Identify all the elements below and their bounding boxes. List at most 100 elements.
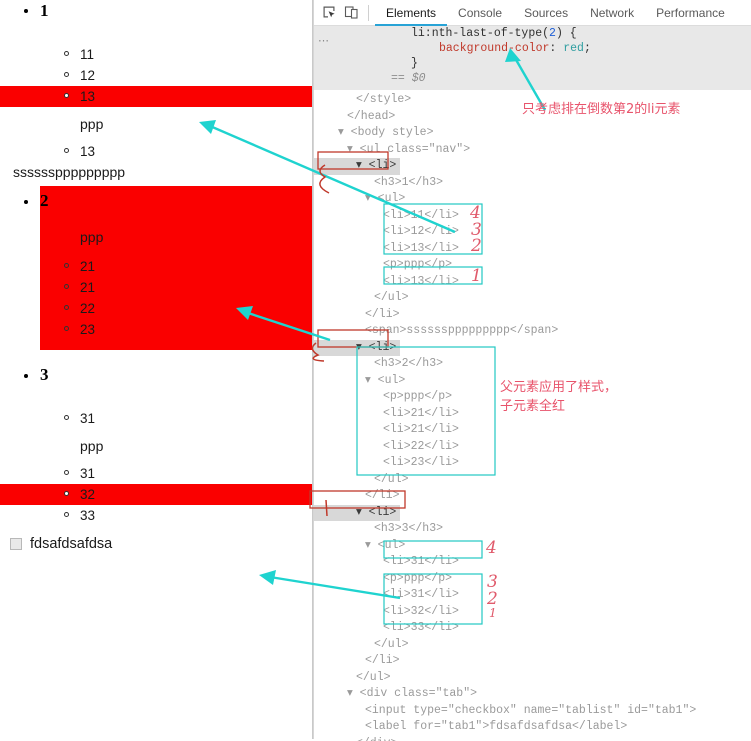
circle-marker xyxy=(64,491,69,496)
tablist-label[interactable]: fdsafdsafdsa xyxy=(30,536,112,552)
dom-node-line[interactable]: <p>ppp</p> xyxy=(314,389,751,406)
css-declaration-line[interactable]: background-color: red; xyxy=(314,41,751,56)
dom-node-line[interactable]: </div> xyxy=(314,736,751,741)
css-brace-line: } xyxy=(314,56,751,71)
styles-pane: ⋯ li:nth-last-of-type(2) { background-co… xyxy=(314,26,751,90)
tab-performance[interactable]: Performance xyxy=(645,0,736,26)
css-selector-line[interactable]: li:nth-last-of-type(2) { xyxy=(314,26,751,41)
dom-node-line[interactable]: ▾ <body style> xyxy=(314,125,751,142)
dom-node-line[interactable]: <h3>3</h3> xyxy=(314,521,751,538)
dom-node-line[interactable]: ▾ <ul> xyxy=(314,191,751,208)
dom-node-line[interactable]: <li>32</li> xyxy=(314,604,751,621)
dom-node-line[interactable]: ▾ <ul> xyxy=(314,373,751,390)
paragraph: ppp xyxy=(40,212,313,256)
dom-tree[interactable]: </style></head>▾ <body style>▾ <ul class… xyxy=(314,90,751,741)
dom-node-line[interactable]: <li>23</li> xyxy=(314,455,751,472)
dom-node-line[interactable]: <label for="tab1">fdsafdsafdsa</label> xyxy=(314,719,751,736)
tab-sources[interactable]: Sources xyxy=(513,0,579,26)
dom-node-line[interactable]: </style> xyxy=(314,92,751,109)
circle-marker xyxy=(64,148,69,153)
dom-node-line[interactable]: ▾ <li> xyxy=(314,158,751,175)
dom-node-line[interactable]: ▾ <li> xyxy=(314,340,751,357)
list-item: 31 xyxy=(0,463,313,484)
devtools-panel: Elements Console Sources Network Perform… xyxy=(313,0,751,739)
dom-node-line[interactable]: <h3>1</h3> xyxy=(314,175,751,192)
dom-node-line[interactable]: ▾ <li> xyxy=(314,505,751,522)
list-item-label: 13 xyxy=(80,144,95,159)
css-selector: li:nth-last-of-type( xyxy=(411,27,549,40)
circle-marker xyxy=(64,72,69,77)
dom-node-line[interactable]: <span>ssssssppppppppp</span> xyxy=(314,323,751,340)
dom-node-line[interactable]: </li> xyxy=(314,653,751,670)
dom-node-line[interactable]: <li>12</li> xyxy=(314,224,751,241)
nested-list: 31 ppp 31 32 33 xyxy=(0,408,313,526)
circle-marker xyxy=(64,305,69,310)
dom-node-line[interactable]: ▾ <ul> xyxy=(314,538,751,555)
tablist-checkbox[interactable] xyxy=(10,538,22,550)
tab-container: fdsafdsafdsa xyxy=(0,526,313,552)
dom-node-line[interactable]: <li>21</li> xyxy=(314,406,751,423)
device-toolbar-icon[interactable] xyxy=(340,3,362,23)
list-item: 13 xyxy=(0,141,313,162)
dom-node-line[interactable]: </ul> xyxy=(314,290,751,307)
dom-node-line[interactable]: </ul> xyxy=(314,637,751,654)
css-selector-arg: 2 xyxy=(549,27,556,40)
dom-node-line[interactable]: <p>ppp</p> xyxy=(314,257,751,274)
dom-node-line[interactable]: <li>31</li> xyxy=(314,587,751,604)
dom-node-line[interactable]: </li> xyxy=(314,307,751,324)
red-highlight-block: 2 ppp 21 21 22 23 xyxy=(40,186,313,350)
paragraph-row: ppp xyxy=(0,107,313,141)
list-item: 12 xyxy=(0,65,313,86)
css-value[interactable]: red xyxy=(563,42,584,55)
tab-elements[interactable]: Elements xyxy=(375,0,447,26)
dom-node-line[interactable]: <li>21</li> xyxy=(314,422,751,439)
list-item: 3 31 ppp 31 32 33 xyxy=(0,364,313,526)
dom-node-line[interactable]: <li>31</li> xyxy=(314,554,751,571)
tab-network[interactable]: Network xyxy=(579,0,645,26)
dom-node-line[interactable]: <li>22</li> xyxy=(314,439,751,456)
paragraph: ppp xyxy=(0,429,313,463)
list-item-label: 33 xyxy=(80,508,95,523)
circle-marker xyxy=(64,415,69,420)
list-item: 22 xyxy=(40,298,313,319)
list-item: 21 xyxy=(40,277,313,298)
list-item-label: 21 xyxy=(80,259,95,274)
list-item-label: 12 xyxy=(80,68,95,83)
dom-node-line[interactable]: <li>33</li> xyxy=(314,620,751,637)
dom-node-line[interactable]: <li>11</li> xyxy=(314,208,751,225)
list-item-label: 13 xyxy=(80,89,95,104)
dom-node-line[interactable]: ▾ <ul class="nav"> xyxy=(314,142,751,159)
bullet-marker xyxy=(24,9,28,13)
list-item-label: 31 xyxy=(80,466,95,481)
list-item: 2 ppp 21 21 22 23 xyxy=(0,186,313,350)
rendered-page-pane: 1 11 12 13 ppp 13 ssssssppppppppp 2 ppp … xyxy=(0,0,313,739)
devtools-toolbar: Elements Console Sources Network Perform… xyxy=(314,0,751,26)
devtools-tabs: Elements Console Sources Network Perform… xyxy=(375,0,736,26)
list-item-label: 11 xyxy=(80,47,94,62)
inspect-element-icon[interactable] xyxy=(318,3,340,23)
section-heading: 3 xyxy=(0,364,313,386)
dom-node-line[interactable]: </head> xyxy=(314,109,751,126)
paragraph: ppp xyxy=(0,107,313,141)
dom-node-line[interactable]: ▾ <div class="tab"> xyxy=(314,686,751,703)
dom-node-line[interactable]: <p>ppp</p> xyxy=(314,571,751,588)
dom-node-line[interactable]: <h3>2</h3> xyxy=(314,356,751,373)
dom-node-line[interactable]: <li>13</li> xyxy=(314,241,751,258)
dom-node-line[interactable]: </ul> xyxy=(314,472,751,489)
dom-node-line[interactable]: </ul> xyxy=(314,670,751,687)
dom-node-line[interactable]: </li> xyxy=(314,488,751,505)
list-item-label: 21 xyxy=(80,280,95,295)
css-property[interactable]: background-color xyxy=(439,42,549,55)
list-item-label: 31 xyxy=(80,411,95,426)
circle-marker xyxy=(64,263,69,268)
list-item: 31 xyxy=(0,408,313,429)
circle-marker xyxy=(64,93,69,98)
dom-node-line[interactable]: <li>13</li> xyxy=(314,274,751,291)
list-item: 33 xyxy=(0,505,313,526)
circle-marker xyxy=(64,512,69,517)
dom-node-line[interactable]: <input type="checkbox" name="tablist" id… xyxy=(314,703,751,720)
styles-menu-icon[interactable]: ⋯ xyxy=(318,34,330,48)
section-heading: 1 xyxy=(0,0,313,22)
list-item-highlighted: 13 xyxy=(0,86,313,107)
tab-console[interactable]: Console xyxy=(447,0,513,26)
